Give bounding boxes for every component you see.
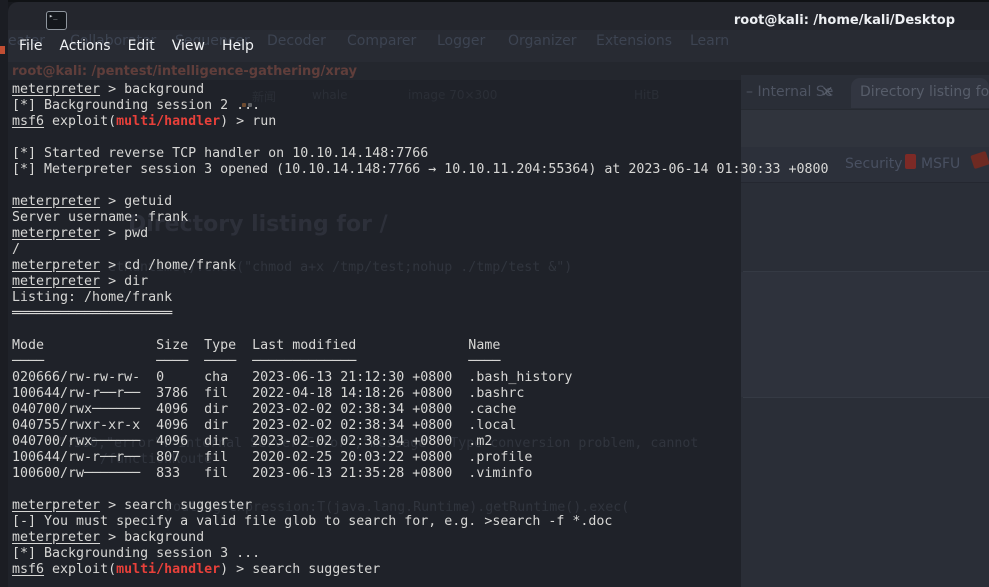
terminal-text-segment: [*] Backgrounding session 2 ... — [12, 98, 260, 113]
burp-orange-accent — [0, 46, 5, 54]
browser-tab-active-label: Directory listing for — [860, 84, 989, 100]
msfu-favicon-icon — [905, 154, 916, 169]
terminal-text-segment: > cd /home/frank — [100, 258, 236, 273]
terminal-text-segment: 100644/rw-r──r── 807 fil 2020-02-25 20:0… — [12, 450, 532, 465]
terminal-line: [*] Meterpreter session 3 opened (10.10.… — [12, 162, 829, 178]
burp-tab-organizer: Organizer — [508, 33, 576, 49]
terminal-icon: ▸_ — [46, 11, 67, 30]
terminal-line: [-] You must specify a valid file glob t… — [12, 514, 612, 530]
terminal-text-segment: multi/handler — [116, 562, 220, 577]
terminal-text-segment: 040700/rwx────── 4096 dir 2023-02-02 02:… — [12, 402, 516, 417]
terminal-text-segment: meterpreter — [12, 226, 100, 241]
terminal-line: meterpreter > pwd — [12, 226, 148, 242]
terminal-line: Server username: frank — [12, 210, 188, 226]
terminal-line: ════════════════════ — [12, 306, 172, 322]
menu-item-actions[interactable]: Actions — [59, 38, 110, 54]
terminal-line: meterpreter > dir — [12, 274, 148, 290]
terminal-text-segment: msf6 — [12, 114, 44, 129]
menubar-items: File Actions Edit View Help — [19, 38, 254, 54]
terminal-line: Listing: /home/frank — [12, 290, 172, 306]
terminal-line: meterpreter > search suggester — [12, 498, 252, 514]
browser-tab-active: Directory listing for — [851, 78, 989, 108]
terminal-line: 040755/rwxr-xr-x 4096 dir 2023-02-02 02:… — [12, 418, 516, 434]
terminal-text-segment: meterpreter — [12, 498, 100, 513]
background-terminal-title: root@kali: /pentest/intelligence-gatheri… — [12, 64, 357, 79]
terminal-line: 100600/rw─────── 833 fil 2023-06-13 21:3… — [12, 466, 532, 482]
window-title: root@kali: /home/kali/Desktop — [734, 13, 955, 28]
terminal-line: 040700/rwx────── 4096 dir 2023-02-02 02:… — [12, 402, 516, 418]
burp-tab-learn: Learn — [690, 33, 729, 49]
terminal-text-segment: > background — [100, 530, 204, 545]
terminal-text-segment: > pwd — [100, 226, 148, 241]
terminal-text-segment: Mode Size Type Last modified Name — [12, 338, 500, 353]
terminal-line: msf6 exploit(multi/handler) > run — [12, 114, 276, 130]
terminal-text-segment: meterpreter — [12, 530, 100, 545]
desktop-left-strip — [0, 0, 8, 587]
terminal-line: Mode Size Type Last modified Name — [12, 338, 500, 354]
terminal-text-segment: [*] Started reverse TCP handler on 10.10… — [12, 146, 428, 161]
terminal-text-segment: [-] You must specify a valid file glob t… — [12, 514, 612, 529]
terminal-text-segment: / — [12, 242, 20, 257]
terminal-text-segment: 020666/rw-rw-rw- 0 cha 2023-06-13 21:12:… — [12, 370, 572, 385]
menu-item-file[interactable]: File — [19, 38, 42, 54]
screen: ▸_ root@kali: /home/kali/Desktop eaterCo… — [0, 0, 989, 587]
terminal-text-segment: exploit( — [44, 562, 116, 577]
terminal-line: 100644/rw-r──r── 807 fil 2020-02-25 20:0… — [12, 450, 532, 466]
terminal-text-segment: Listing: /home/frank — [12, 290, 172, 305]
terminal-text-segment: [*] Backgrounding session 3 ... — [12, 546, 260, 561]
terminal-line: msf6 exploit(multi/handler) > search sug… — [12, 562, 380, 578]
terminal-text-segment: ) > run — [220, 114, 276, 129]
terminal-line: [*] Backgrounding session 2 ... — [12, 98, 260, 114]
terminal-line: 040700/rwx────── 4096 dir 2023-02-02 02:… — [12, 434, 492, 450]
terminal-line: meterpreter > background — [12, 530, 204, 546]
terminal-line: 020666/rw-rw-rw- 0 cha 2023-06-13 21:12:… — [12, 370, 572, 386]
burp-tab-decoder: Decoder — [267, 33, 326, 49]
terminal-line: meterpreter > cd /home/frank — [12, 258, 236, 274]
exploitdb-favicon-icon — [970, 151, 989, 169]
terminal-text-segment: meterpreter — [12, 82, 100, 97]
terminal-text-segment: ════════════════════ — [12, 306, 172, 321]
terminal-text-segment: ) > search suggester — [220, 562, 380, 577]
terminal-text-segment: 100644/rw-r──r── 3786 fil 2022-04-18 14:… — [12, 386, 524, 401]
menubar: eaterCollaboratorSequencerDecoderCompare… — [8, 30, 989, 62]
burp-tab-extensions: Extensions — [596, 33, 672, 49]
terminal-text-segment: 100600/rw─────── 833 fil 2023-06-13 21:3… — [12, 466, 532, 481]
terminal-text-segment: Server username: frank — [12, 210, 188, 225]
menu-item-view[interactable]: View — [172, 38, 205, 54]
terminal-line: meterpreter > background — [12, 82, 204, 98]
terminal-line: / — [12, 242, 20, 258]
terminal-text-segment: meterpreter — [12, 274, 100, 289]
terminal-text-segment: > getuid — [100, 194, 172, 209]
titlebar[interactable]: ▸_ root@kali: /home/kali/Desktop — [8, 2, 989, 31]
terminal-line: [*] Started reverse TCP handler on 10.10… — [12, 146, 428, 162]
terminal-text-segment: > dir — [100, 274, 148, 289]
burp-tab-logger: Logger — [437, 33, 485, 49]
burp-tab-comparer: Comparer — [347, 33, 416, 49]
terminal-text-segment: ──── ──── ──── ───────────── ──── — [12, 354, 500, 369]
terminal-line: 100644/rw-r──r── 3786 fil 2022-04-18 14:… — [12, 386, 524, 402]
terminal-text-segment: exploit( — [44, 114, 116, 129]
terminal-line: [*] Backgrounding session 3 ... — [12, 546, 260, 562]
terminal-text-segment: [*] Meterpreter session 3 opened (10.10.… — [12, 162, 829, 177]
terminal-text-segment: > search suggester — [100, 498, 252, 513]
terminal-text-segment: msf6 — [12, 562, 44, 577]
terminal-text-segment: 040700/rwx────── 4096 dir 2023-02-02 02:… — [12, 434, 492, 449]
menu-item-help[interactable]: Help — [222, 38, 254, 54]
terminal-text-segment: > background — [100, 82, 204, 97]
terminal-text-segment: meterpreter — [12, 258, 100, 273]
terminal-text-segment: multi/handler — [116, 114, 220, 129]
terminal-text-segment: meterpreter — [12, 194, 100, 209]
bookmark-msfu: MSFU — [921, 156, 960, 172]
terminal-text-segment: 040755/rwxr-xr-x 4096 dir 2023-02-02 02:… — [12, 418, 516, 433]
terminal-line: ──── ──── ──── ───────────── ──── — [12, 354, 500, 370]
terminal-output[interactable]: meterpreter > background[*] Backgroundin… — [12, 82, 862, 582]
terminal-line: meterpreter > getuid — [12, 194, 172, 210]
menu-item-edit[interactable]: Edit — [128, 38, 155, 54]
